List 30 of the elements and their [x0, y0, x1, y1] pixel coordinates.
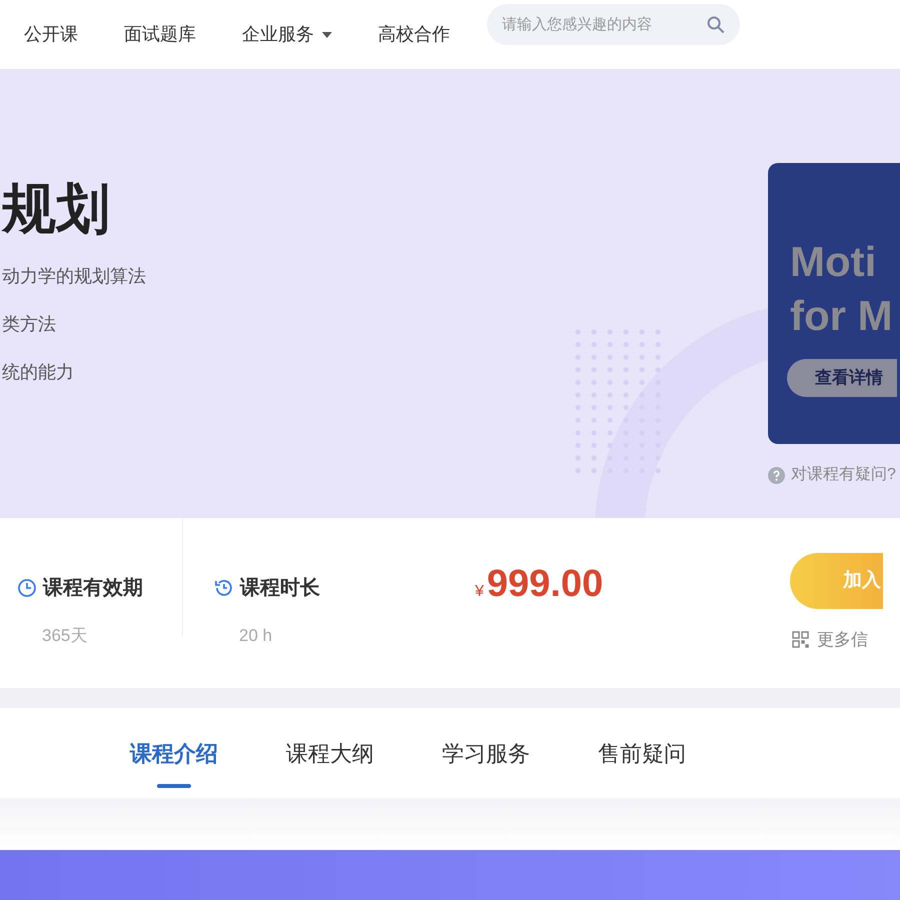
clock-icon: [17, 578, 37, 598]
nav-link[interactable]: 面试题库: [124, 21, 196, 48]
details-button[interactable]: 查看详情: [787, 359, 897, 397]
course-tab[interactable]: 课程大纲: [286, 708, 374, 798]
nav-link[interactable]: 公开课: [24, 21, 78, 48]
currency-sign: ¥: [475, 582, 484, 602]
stat-label: 课程时长: [240, 576, 320, 601]
course-point: 动力学的规划算法: [1, 265, 147, 288]
history-icon: [214, 578, 234, 598]
search-icon[interactable]: [707, 16, 725, 34]
course-point: 统的能力: [1, 361, 75, 384]
caret-icon: [322, 32, 332, 38]
nav-link[interactable]: 企业服务: [242, 21, 332, 48]
course-point: 类方法: [1, 313, 57, 336]
course-tab[interactable]: 课程介绍: [130, 708, 218, 798]
price: 999.00: [486, 562, 604, 607]
stat-value: 365天: [41, 625, 88, 647]
stat-value: 20 h: [238, 625, 274, 647]
help-icon: [768, 466, 785, 484]
nav-link[interactable]: 高校合作: [378, 21, 450, 48]
course-tab[interactable]: 学习服务: [442, 708, 530, 798]
cover-title: for M: [790, 291, 894, 341]
course-title: 规划: [0, 182, 111, 236]
cover-title: Moti: [790, 237, 878, 287]
qr-code-icon: [792, 631, 809, 648]
more-info-link[interactable]: 更多信: [817, 627, 868, 652]
course-tab[interactable]: 售前疑问: [598, 708, 686, 798]
search-field[interactable]: 请输入您感兴趣的内容: [487, 4, 740, 45]
stat-label: 课程有效期: [43, 576, 143, 601]
course-cover[interactable]: Moti for M 查看详情: [768, 163, 900, 444]
